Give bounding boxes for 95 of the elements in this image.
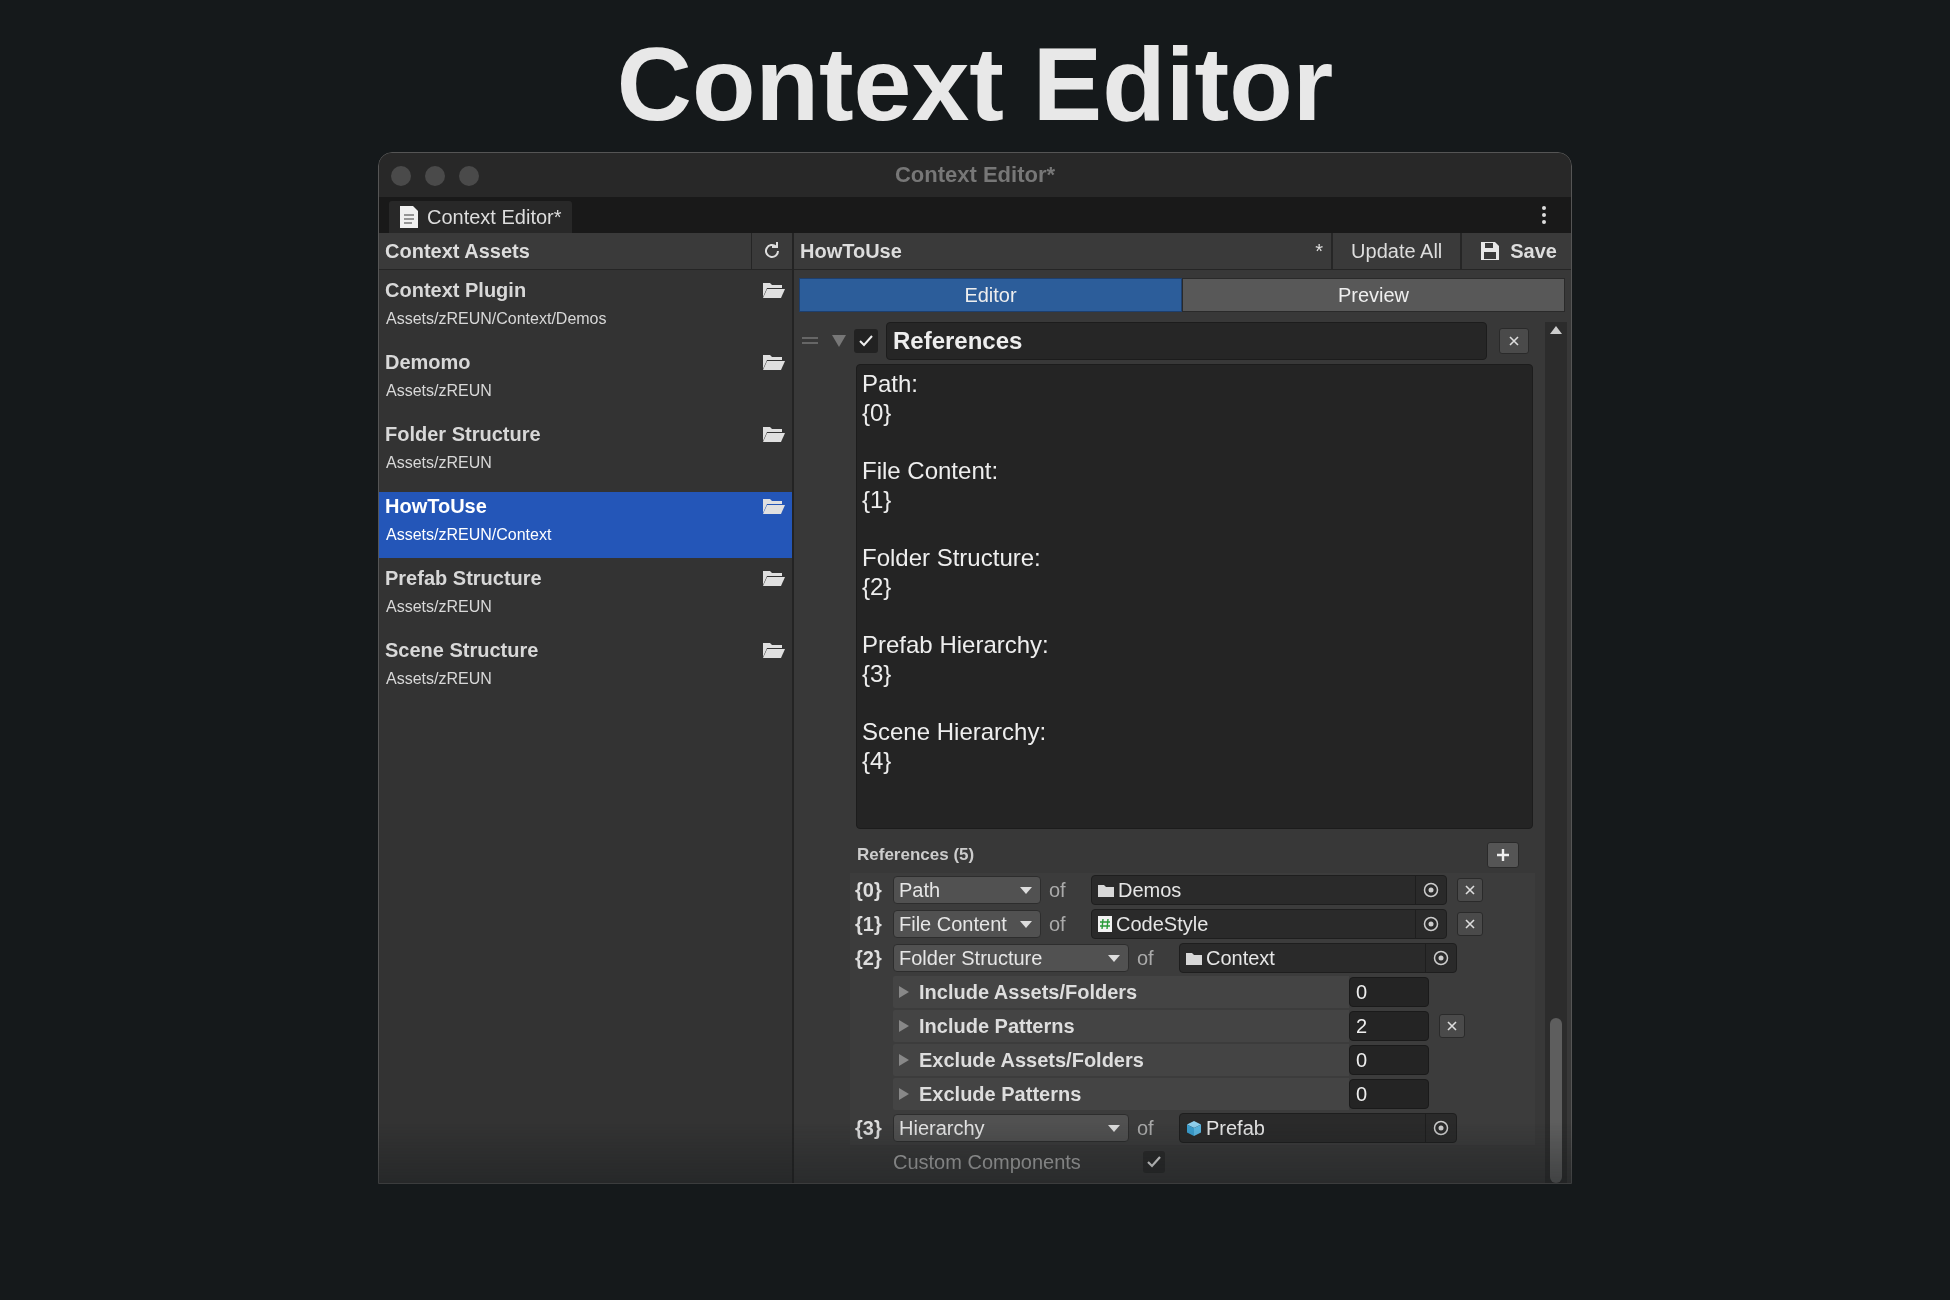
scrollbar[interactable]	[1545, 322, 1567, 1183]
folder-icon[interactable]	[762, 641, 786, 659]
asset-name: Folder Structure	[385, 423, 542, 446]
reference-type-dropdown[interactable]: File Content	[893, 910, 1041, 938]
view-tab[interactable]: Editor	[799, 278, 1182, 312]
cube-icon	[1186, 1120, 1202, 1136]
folder-icon	[1186, 951, 1202, 965]
close-icon	[1509, 336, 1519, 346]
page-title: Context Editor	[615, 25, 1335, 144]
of-label: of	[1136, 1116, 1155, 1140]
plus-icon	[1496, 848, 1510, 862]
asset-path: Assets/zREUN/Context	[385, 526, 553, 544]
folder-icon[interactable]	[762, 425, 786, 443]
count-field[interactable]: 2	[1349, 1011, 1429, 1041]
reference-type-dropdown[interactable]: Hierarchy	[893, 1114, 1129, 1142]
reference-type-dropdown[interactable]: Folder Structure	[893, 944, 1129, 972]
asset-path: Assets/zREUN	[385, 454, 493, 472]
caret-icon	[1108, 954, 1120, 962]
add-reference-button[interactable]	[1487, 842, 1519, 868]
more-options-icon[interactable]	[1541, 205, 1547, 225]
of-label: of	[1048, 878, 1067, 902]
count-field[interactable]: 0	[1349, 977, 1429, 1007]
folder-icon[interactable]	[762, 281, 786, 299]
asset-name: Context Plugin	[385, 279, 528, 302]
of-label: of	[1136, 946, 1155, 970]
asset-path: Assets/zREUN	[385, 598, 493, 616]
option-label: Custom Components	[893, 1150, 1082, 1174]
folder-icon[interactable]	[762, 569, 786, 587]
list-foldout[interactable]: Include Assets/Folders	[893, 976, 1349, 1008]
reference-index: {0}	[855, 878, 883, 902]
section-title-field[interactable]: References	[886, 322, 1487, 360]
check-icon	[1146, 1154, 1162, 1170]
remove-section-button[interactable]	[1499, 328, 1529, 354]
close-icon	[1465, 885, 1475, 895]
panel-title: Context Assets	[384, 239, 531, 263]
asset-list-item[interactable]: Demomo Assets/zREUN	[379, 348, 792, 414]
references-label: References (5)	[857, 845, 975, 865]
list-foldout[interactable]: Include Patterns	[893, 1010, 1349, 1042]
target-picker-icon[interactable]	[1433, 1120, 1449, 1136]
option-checkbox[interactable]	[1143, 1151, 1165, 1173]
remove-option-button[interactable]	[1439, 1014, 1465, 1038]
asset-name: HowToUse	[385, 495, 488, 518]
asset-path: Assets/zREUN/Context/Demos	[385, 310, 608, 328]
asset-list-item[interactable]: Scene Structure Assets/zREUN	[379, 636, 792, 702]
enable-checkbox[interactable]	[854, 329, 878, 353]
object-field[interactable]: Demos	[1091, 875, 1447, 905]
asset-name: Prefab Structure	[385, 567, 543, 590]
asset-list-item[interactable]: HowToUse Assets/zREUN/Context	[379, 492, 792, 558]
asset-name: Demomo	[385, 351, 472, 374]
asset-list-item[interactable]: Context Plugin Assets/zREUN/Context/Demos	[379, 276, 792, 342]
save-icon	[1480, 241, 1501, 261]
object-field[interactable]: Context	[1179, 943, 1457, 973]
view-tab[interactable]: Preview	[1182, 278, 1565, 312]
caret-icon	[1020, 886, 1032, 894]
reference-index: {1}	[855, 912, 883, 936]
scroll-up-icon[interactable]	[1550, 326, 1562, 334]
asset-path: Assets/zREUN	[385, 670, 493, 688]
unsaved-mark: *	[1315, 239, 1325, 263]
window-title: Context Editor*	[894, 162, 1056, 188]
target-picker-icon[interactable]	[1423, 882, 1439, 898]
object-field[interactable]: Prefab	[1179, 1113, 1457, 1143]
list-foldout[interactable]: Exclude Assets/Folders	[893, 1044, 1349, 1076]
folder-icon[interactable]	[762, 353, 786, 371]
template-text-area[interactable]: Path: {0} File Content: {1} Folder Structure: {2} Prefab Hierarchy: {3} Scene Hierarchy: {4}	[856, 364, 1533, 829]
asset-list-item[interactable]: Folder Structure Assets/zREUN	[379, 420, 792, 486]
count-field[interactable]: 0	[1349, 1045, 1429, 1075]
count-field[interactable]: 0	[1349, 1079, 1429, 1109]
folder-icon	[1098, 883, 1114, 897]
script-file-icon	[1098, 916, 1112, 932]
object-field[interactable]: CodeStyle	[1091, 909, 1447, 939]
caret-icon	[1020, 920, 1032, 928]
check-icon	[858, 333, 874, 349]
reference-index: {2}	[855, 946, 883, 970]
folder-icon[interactable]	[762, 497, 786, 515]
asset-name: Scene Structure	[385, 639, 540, 662]
asset-list-item[interactable]: Prefab Structure Assets/zREUN	[379, 564, 792, 630]
foldout-arrow-icon[interactable]	[832, 335, 846, 347]
target-picker-icon[interactable]	[1423, 916, 1439, 932]
remove-reference-button[interactable]	[1457, 878, 1483, 902]
scrollbar-thumb[interactable]	[1550, 1018, 1562, 1183]
reference-type-dropdown[interactable]: Path	[893, 876, 1041, 904]
caret-icon	[1108, 1124, 1120, 1132]
of-label: of	[1048, 912, 1067, 936]
close-icon	[1465, 919, 1475, 929]
document-icon	[399, 205, 419, 229]
refresh-icon[interactable]	[762, 241, 782, 261]
list-foldout[interactable]: Exclude Patterns	[893, 1078, 1349, 1110]
target-picker-icon[interactable]	[1433, 950, 1449, 966]
drag-handle-icon[interactable]	[802, 337, 818, 345]
reference-index: {3}	[855, 1116, 883, 1140]
asset-path: Assets/zREUN	[385, 382, 493, 400]
close-icon	[1447, 1021, 1457, 1031]
remove-reference-button[interactable]	[1457, 912, 1483, 936]
editor-tab[interactable]: Context Editor*	[389, 201, 572, 233]
asset-title: HowToUse	[799, 239, 903, 263]
